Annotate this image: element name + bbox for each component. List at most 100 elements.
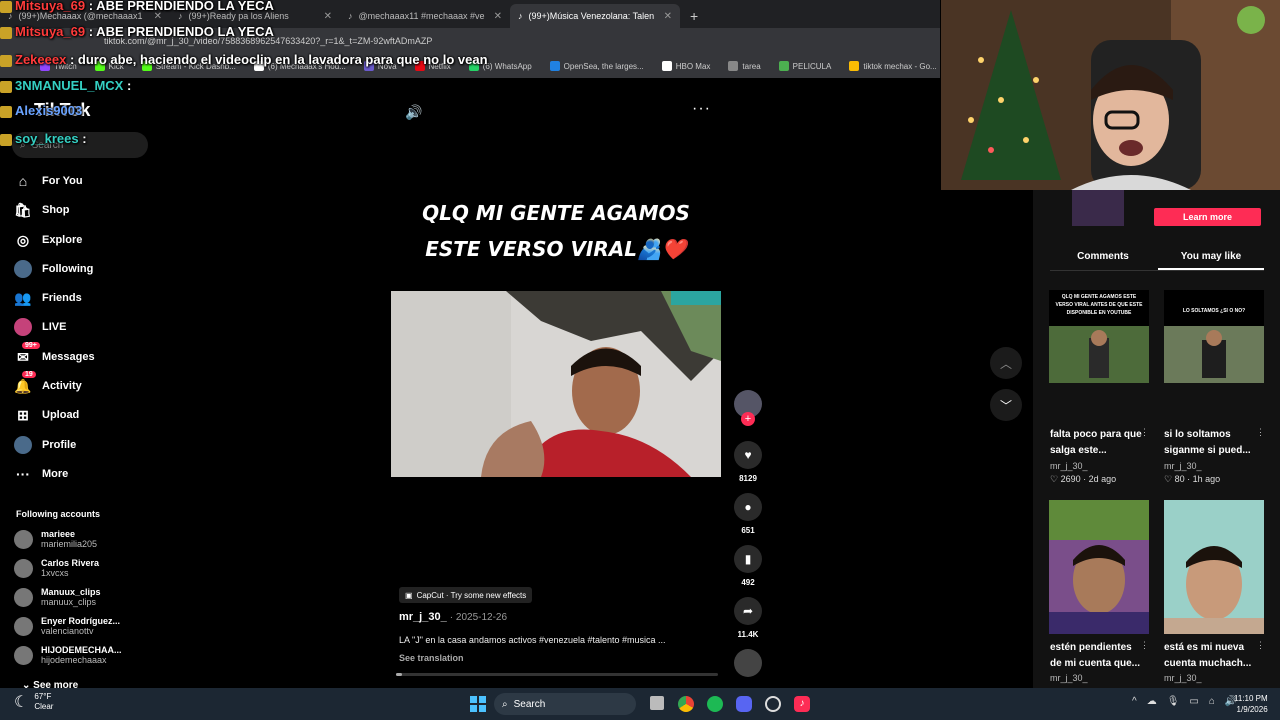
following-account[interactable]: Carlos Rivera 1xvcxs <box>14 558 99 578</box>
card-title[interactable]: si lo soltamos siganme si pued... <box>1164 427 1256 459</box>
follow-plus-icon[interactable]: + <box>741 412 755 426</box>
card-meta: ♡ 80 · 1h ago <box>1164 474 1221 484</box>
taskbar-search[interactable]: ⌕ Search <box>494 693 636 715</box>
recommended-video-thumbnail[interactable]: QLQ MI GENTE AGAMOS ESTE VERSO VIRAL ANT… <box>1049 290 1149 383</box>
tab-divider <box>1050 270 1264 271</box>
more-options-icon[interactable]: ··· <box>692 100 711 118</box>
taskbar-clock[interactable]: 11:10 PM 1/9/2026 <box>1234 693 1268 715</box>
recommended-video-thumbnail[interactable] <box>1164 500 1264 634</box>
bookmark-item[interactable]: PELICULA <box>778 61 831 71</box>
chat-username: Mitsuya_69 <box>15 0 86 13</box>
video-player[interactable] <box>391 291 721 477</box>
chat-badge-icon <box>0 105 12 118</box>
chat-message: 3NMANUEL_MCX : <box>0 78 131 93</box>
video-progress-bar[interactable] <box>396 673 718 676</box>
browser-tab-active[interactable]: ♪ (99+)Música Venezolana: Talen ✕ <box>510 4 680 28</box>
like-button[interactable]: ♥ 8129 <box>733 441 763 483</box>
chrome-icon[interactable] <box>678 696 694 712</box>
following-account[interactable]: Manuux_clips manuux_clips <box>14 587 101 607</box>
volume-icon[interactable]: 🔊 <box>405 104 422 121</box>
card-more-icon[interactable]: ⋮ <box>1140 427 1149 438</box>
card-title[interactable]: está es mi nueva cuenta muchach... <box>1164 640 1256 672</box>
sidebar-item-messages[interactable]: ✉ 99+ Messages <box>14 342 95 366</box>
sidebar-item-following[interactable]: Following <box>14 260 93 278</box>
monitor-icon[interactable]: ▭ <box>1189 696 1198 707</box>
tab-you-may-like[interactable]: You may like <box>1158 251 1264 270</box>
thumbnail-image <box>1049 500 1149 634</box>
bookmark-item[interactable]: OpenSea, the larges... <box>549 61 644 71</box>
recommended-video-thumbnail[interactable] <box>1049 500 1149 634</box>
sidebar-item-friends[interactable]: 👥 Friends <box>14 289 81 307</box>
sidebar-item-for-you[interactable]: ⌂ For You <box>14 172 83 190</box>
new-tab-icon[interactable]: + <box>680 8 708 28</box>
thumbnail-image <box>1164 500 1264 634</box>
chevron-up-icon[interactable]: ^ <box>1132 696 1137 707</box>
spotify-icon[interactable] <box>707 696 723 712</box>
avatar <box>14 616 33 636</box>
music-disc[interactable] <box>733 649 763 677</box>
following-account[interactable]: Enyer Rodríguez... valencianottv <box>14 616 120 636</box>
following-avatar <box>14 260 32 278</box>
sidebar-item-profile[interactable]: Profile <box>14 436 76 454</box>
comment-button[interactable]: ● 651 <box>733 493 763 535</box>
browser-tab[interactable]: ♪ @mechaaax11 #mechaaax #ve ✕ <box>340 4 510 28</box>
close-tab-icon[interactable]: ✕ <box>494 11 502 22</box>
music-disc-icon <box>734 649 762 677</box>
task-view-icon[interactable] <box>650 696 664 710</box>
sidebar-item-more[interactable]: ··· More <box>14 465 68 483</box>
card-author[interactable]: mr_j_30_ <box>1050 673 1088 683</box>
tab-comments[interactable]: Comments <box>1050 251 1156 262</box>
creator-avatar[interactable]: + <box>733 390 763 426</box>
card-title[interactable]: falta poco para que salga este... <box>1050 427 1142 459</box>
following-accounts-title: Following accounts <box>16 509 101 519</box>
weather-widget[interactable]: ☾ 67°F Clear <box>14 692 53 712</box>
card-title[interactable]: estén pendientes de mi cuenta que... <box>1050 640 1142 672</box>
messages-icon: ✉ 99+ <box>14 342 40 366</box>
bookmark-item[interactable]: tarea <box>728 61 761 71</box>
next-video-button[interactable]: ﹀ <box>990 389 1022 421</box>
chat-message: Alexis9003 <box>0 103 82 118</box>
discord-icon[interactable] <box>736 696 752 712</box>
profile-avatar <box>14 436 32 454</box>
recommended-video-thumbnail[interactable]: LO SOLTAMOS ¿SI O NO? <box>1164 290 1264 383</box>
following-account[interactable]: marieee mariemilia205 <box>14 529 97 549</box>
microphone-icon[interactable]: 🎙 <box>1167 696 1180 707</box>
see-translation-link[interactable]: See translation <box>399 653 464 663</box>
notification-badge: 99+ <box>22 342 40 349</box>
card-author[interactable]: mr_j_30_ <box>1050 461 1088 471</box>
bookmark-icon <box>549 61 560 71</box>
cloud-icon[interactable]: ☁ <box>1147 696 1157 707</box>
live-avatar <box>14 318 32 336</box>
comment-icon: ● <box>734 493 762 521</box>
following-account[interactable]: HIJODEMECHAA... hijodemechaaax <box>14 645 122 665</box>
close-tab-icon[interactable]: ✕ <box>324 11 332 22</box>
video-frame <box>391 291 721 477</box>
share-button[interactable]: ➦ 11.4K <box>733 597 763 639</box>
learn-more-button[interactable]: Learn more <box>1154 208 1261 226</box>
close-tab-icon[interactable]: ✕ <box>664 11 672 22</box>
capcut-icon: ▣ <box>405 590 413 600</box>
thumbnail-caption: QLQ MI GENTE AGAMOS ESTE VERSO VIRAL ANT… <box>1055 294 1143 316</box>
windows-start-icon[interactable] <box>470 696 486 712</box>
card-author[interactable]: mr_j_30_ <box>1164 673 1202 683</box>
card-more-icon[interactable]: ⋮ <box>1256 640 1265 651</box>
bookmark-item[interactable]: HBO Max <box>661 61 710 71</box>
thumbnail-image <box>1164 290 1264 383</box>
network-icon[interactable]: ⌂ <box>1209 696 1215 707</box>
video-author[interactable]: mr_j_30_ · 2025-12-26 <box>399 611 507 623</box>
sidebar-item-live[interactable]: LIVE <box>14 318 66 336</box>
card-author[interactable]: mr_j_30_ <box>1164 461 1202 471</box>
save-button[interactable]: ▮ 492 <box>733 545 763 587</box>
bookmark-item[interactable]: tiktok mechax - Go... <box>849 61 937 71</box>
sidebar-item-activity[interactable]: 🔔 19 Activity <box>14 371 82 395</box>
previous-video-button[interactable]: ︿ <box>990 347 1022 379</box>
tiktok-app-icon[interactable]: ♪ <box>794 696 810 712</box>
sidebar-item-shop[interactable]: 🛍 Shop <box>14 201 69 219</box>
sidebar-item-upload[interactable]: ⊞ Upload <box>14 406 79 424</box>
card-more-icon[interactable]: ⋮ <box>1256 427 1265 438</box>
sidebar-item-explore[interactable]: ◎ Explore <box>14 231 82 249</box>
capcut-effect-tag[interactable]: ▣ CapCut · Try some new effects <box>399 587 533 603</box>
card-more-icon[interactable]: ⋮ <box>1140 640 1149 651</box>
shop-icon: 🛍 <box>14 201 32 218</box>
obs-icon[interactable] <box>765 696 781 712</box>
